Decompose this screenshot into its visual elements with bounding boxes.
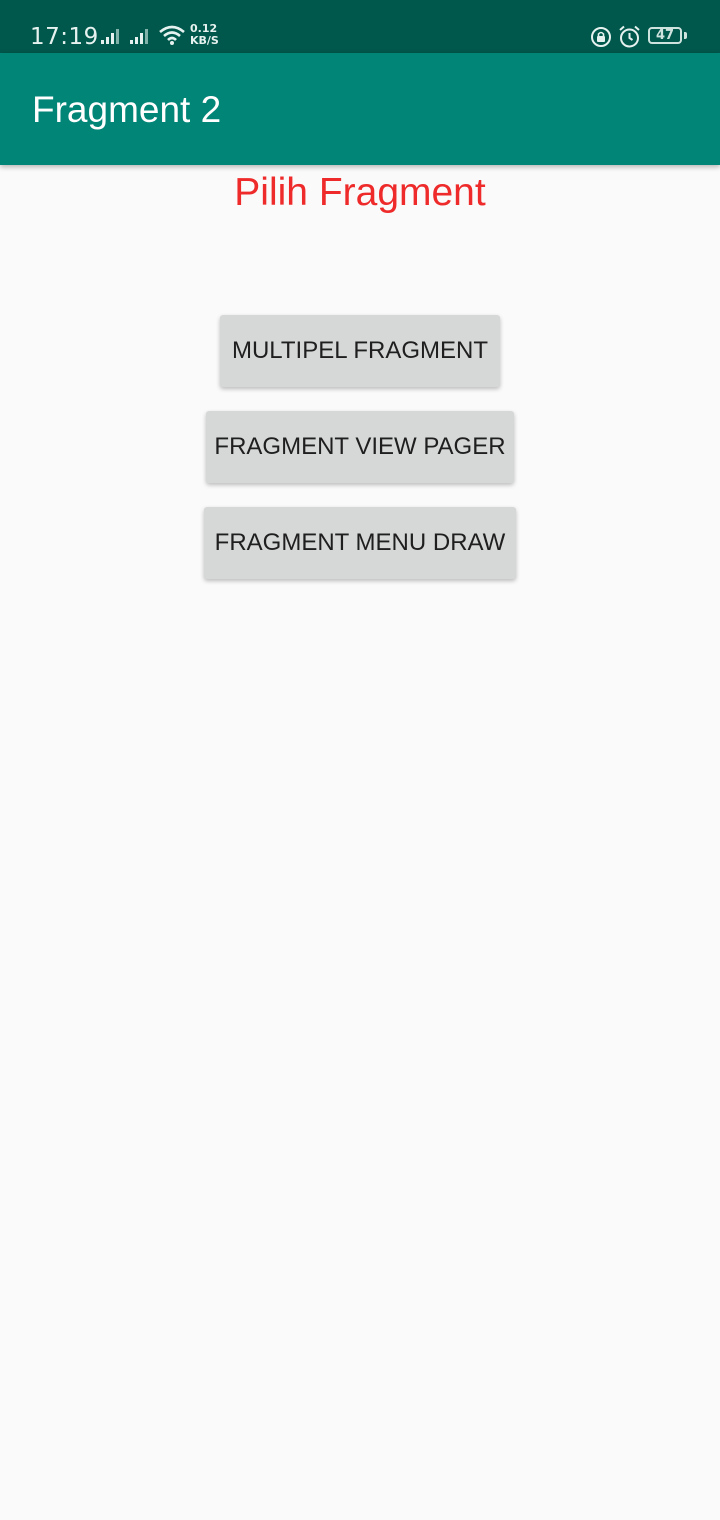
status-time: 17:19 — [30, 24, 99, 50]
network-speed: 0.12 KB/S — [190, 23, 219, 47]
app-bar: Fragment 2 — [0, 53, 720, 165]
wifi-icon — [159, 25, 185, 45]
alarm-icon — [619, 25, 640, 48]
rotation-lock-icon — [591, 27, 611, 47]
signal-icon — [130, 29, 148, 44]
battery-tip — [684, 32, 687, 39]
signal-icon — [101, 29, 119, 44]
fragment-menu-draw-button[interactable]: FRAGMENT MENU DRAW — [204, 507, 516, 579]
multipel-fragment-button[interactable]: MULTIPEL FRAGMENT — [220, 315, 500, 387]
battery-icon: 47 — [648, 27, 682, 44]
app-title: Fragment 2 — [32, 89, 222, 130]
status-bar: 17:19 0.12 KB/S 47 — [0, 0, 720, 53]
network-speed-unit: KB/S — [190, 34, 219, 47]
page-heading: Pilih Fragment — [234, 171, 486, 214]
fragment-view-pager-button[interactable]: FRAGMENT VIEW PAGER — [206, 411, 514, 483]
